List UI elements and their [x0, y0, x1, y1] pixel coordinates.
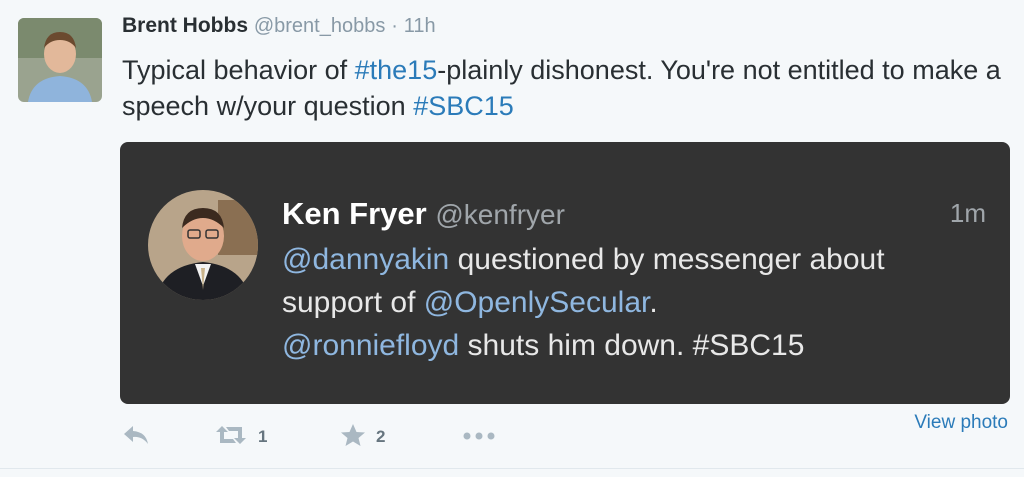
card-text: @dannyakin questioned by messenger about…	[282, 238, 982, 367]
more-icon	[462, 428, 496, 446]
favorite-count: 2	[376, 427, 386, 446]
tweet[interactable]: Brent Hobbs @brent_hobbs · 11h Typical b…	[0, 0, 1024, 468]
favorite-button[interactable]: 2	[340, 422, 385, 452]
card-mention: @OpenlySecular	[423, 286, 650, 319]
hashtag-link[interactable]: #SBC15	[413, 91, 514, 121]
author-line: Brent Hobbs @brent_hobbs · 11h	[122, 14, 436, 38]
tweet-time[interactable]: 11h	[404, 15, 436, 37]
more-button[interactable]	[462, 422, 496, 452]
card-mention: @dannyakin	[282, 243, 450, 276]
retweet-icon	[214, 424, 248, 451]
divider	[0, 468, 1024, 469]
embedded-photo[interactable]: Ken Fryer @kenfryer 1m @dannyakin questi…	[120, 142, 1010, 404]
reply-button[interactable]	[122, 422, 150, 452]
card-author-line: Ken Fryer @kenfryer	[282, 196, 565, 232]
card-text-part: .	[649, 286, 658, 319]
author-handle[interactable]: @brent_hobbs	[254, 15, 386, 37]
card-author-name: Ken Fryer	[282, 196, 427, 231]
star-icon	[340, 423, 366, 452]
card-mention: @ronniefloyd	[282, 329, 460, 362]
card-author-handle: @kenfryer	[435, 199, 565, 230]
retweet-button[interactable]: 1	[214, 422, 267, 452]
tweet-text-part: Typical behavior of	[122, 55, 355, 85]
separator: ·	[391, 15, 398, 37]
card-text-part: shuts him down. #SBC15	[459, 329, 805, 362]
author-avatar[interactable]	[18, 18, 102, 102]
card-time: 1m	[949, 198, 986, 228]
retweet-count: 1	[258, 427, 268, 446]
view-photo-link[interactable]: View photo	[914, 412, 1008, 434]
hashtag-link[interactable]: #the15	[355, 55, 438, 85]
author-name[interactable]: Brent Hobbs	[122, 14, 248, 37]
tweet-text: Typical behavior of #the15-plainly disho…	[122, 52, 1002, 124]
reply-icon	[122, 424, 150, 451]
tweet-actions: 1 2	[122, 422, 522, 452]
card-author-avatar	[148, 190, 258, 300]
